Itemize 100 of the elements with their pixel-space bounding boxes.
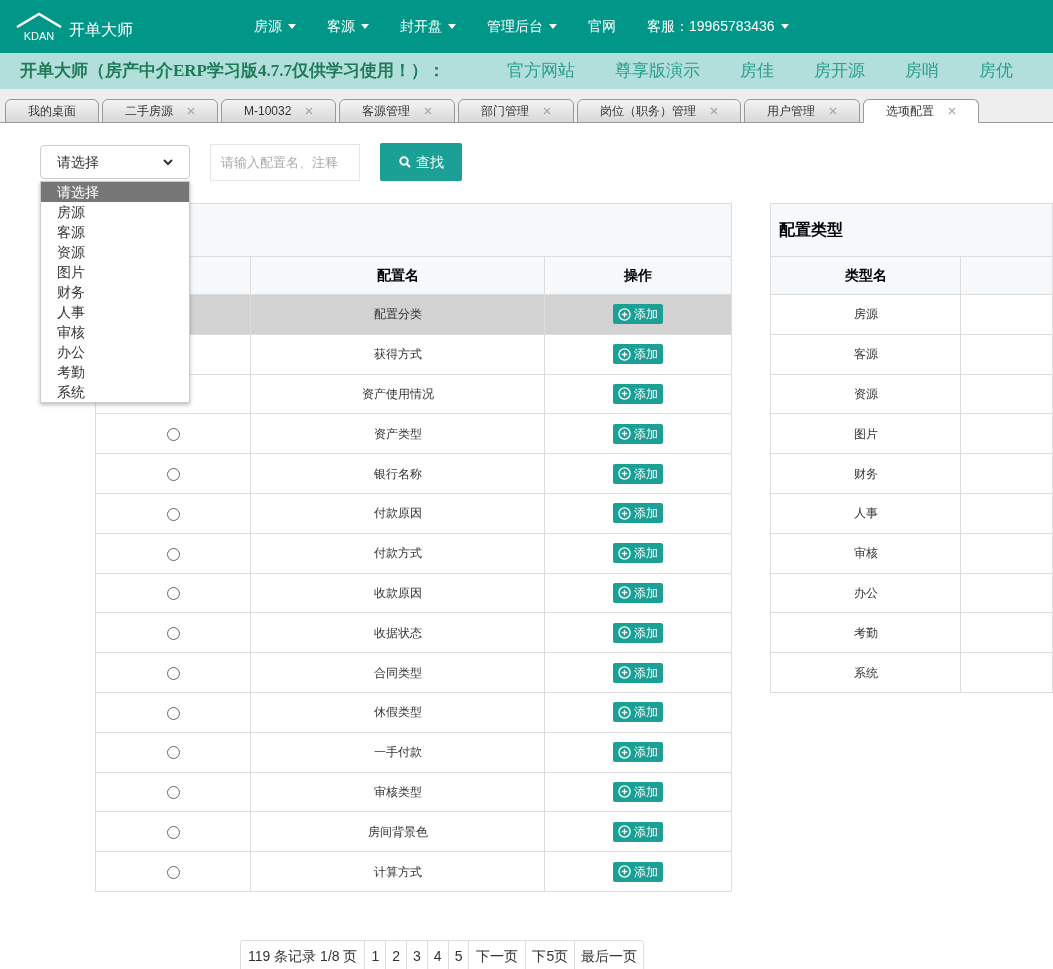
tab[interactable]: 用户管理 bbox=[744, 99, 861, 123]
table-cell: 收据状态 bbox=[250, 612, 545, 653]
nav-menu-item[interactable]: 房源 bbox=[240, 16, 310, 37]
table-cell: 资产使用情况 bbox=[250, 374, 545, 414]
table-row[interactable]: 资产类型 添加 bbox=[95, 413, 732, 454]
tab[interactable]: 客源管理 bbox=[339, 99, 456, 123]
table-row[interactable]: 收款原因 添加 bbox=[95, 573, 732, 613]
table-row[interactable]: 收据状态 添加 bbox=[95, 612, 732, 653]
page-link[interactable]: 1 bbox=[365, 940, 387, 969]
table-cell: 审核 bbox=[771, 533, 961, 574]
search-field[interactable]: 请输入配置名、注释 bbox=[210, 143, 360, 181]
nav-menu-item[interactable]: 客服：19965783436 bbox=[633, 16, 803, 37]
category-select[interactable]: 请选择 bbox=[40, 145, 190, 179]
next-five-pages-link[interactable]: 下5页 bbox=[526, 940, 576, 969]
tab-label: 我的桌面 bbox=[28, 103, 76, 120]
tab-label: 选项配置 bbox=[886, 103, 935, 120]
radio-button[interactable] bbox=[166, 587, 180, 601]
radio-button[interactable] bbox=[166, 865, 180, 879]
table-cell: 休假类型 bbox=[250, 692, 545, 733]
radio-button[interactable] bbox=[166, 428, 180, 442]
page-link[interactable]: 4 bbox=[427, 940, 449, 969]
plus-circle-icon bbox=[618, 666, 632, 680]
roof-icon bbox=[15, 11, 63, 28]
page-link[interactable]: 2 bbox=[386, 940, 408, 969]
table-cell: 财务 bbox=[771, 453, 961, 494]
table-cell: 审核类型 bbox=[250, 772, 545, 812]
plus-circle-icon bbox=[618, 347, 632, 361]
dropdown-option[interactable]: 房源 bbox=[41, 202, 189, 222]
radio-button[interactable] bbox=[166, 826, 180, 840]
plus-circle-icon bbox=[618, 427, 632, 441]
tab[interactable]: 我的桌面 bbox=[5, 99, 99, 123]
table-row[interactable]: 房间背景色 添加 bbox=[95, 811, 732, 852]
plus-circle-icon bbox=[618, 387, 632, 401]
table-caption-bar: 配置类型 bbox=[771, 203, 1053, 257]
table-cell: 图片 bbox=[771, 413, 961, 454]
column-header: 操作 bbox=[544, 256, 732, 295]
plus-circle-icon bbox=[618, 626, 632, 640]
plus-circle-icon bbox=[618, 745, 632, 759]
table-cell: 资产类型 bbox=[250, 413, 545, 454]
table-row[interactable]: 一手付款 添加 bbox=[95, 732, 732, 773]
column-header: 配置名 bbox=[250, 256, 545, 295]
nav-menu-item[interactable]: 封开盘 bbox=[386, 16, 470, 37]
dropdown-option[interactable]: 图片 bbox=[41, 262, 189, 282]
radio-button[interactable] bbox=[166, 786, 180, 800]
radio-button[interactable] bbox=[166, 547, 180, 561]
table-cell: 付款方式 bbox=[250, 533, 545, 574]
last-page-link[interactable]: 最后一页 bbox=[575, 940, 644, 969]
table-row[interactable]: 计算方式 添加 bbox=[95, 851, 732, 892]
page-link[interactable]: 5 bbox=[448, 940, 470, 969]
table-cell: 计算方式 bbox=[250, 851, 545, 892]
tab[interactable]: 部门管理 bbox=[458, 99, 575, 123]
chevron-down-icon bbox=[163, 158, 173, 166]
radio-button[interactable] bbox=[166, 666, 180, 680]
tab-label: 客源管理 bbox=[362, 103, 411, 120]
table-cell: 办公 bbox=[771, 573, 961, 613]
radio-button[interactable] bbox=[166, 507, 180, 521]
table-cell: 房源 bbox=[771, 294, 961, 335]
next-page-link[interactable]: 下一页 bbox=[469, 940, 527, 969]
tab[interactable]: M-10032 bbox=[221, 99, 337, 123]
table-cell: 房间背景色 bbox=[250, 811, 545, 852]
table-cell: 获得方式 bbox=[250, 334, 545, 375]
table-cell: 银行名称 bbox=[250, 453, 545, 494]
dropdown-option[interactable]: 客源 bbox=[41, 222, 189, 242]
table-row[interactable]: 合同类型 添加 bbox=[95, 652, 732, 693]
nav-menu-item[interactable]: 官网 bbox=[574, 16, 630, 37]
table-cell: 配置分类 bbox=[250, 294, 545, 335]
plus-circle-icon bbox=[618, 705, 632, 719]
page-link[interactable]: 3 bbox=[407, 940, 428, 969]
table-row[interactable]: 休假类型 添加 bbox=[95, 692, 732, 733]
dropdown-option[interactable]: 资源 bbox=[41, 242, 189, 262]
tab[interactable]: 选项配置 bbox=[863, 99, 980, 123]
plus-circle-icon bbox=[618, 467, 632, 481]
nav-menu-item[interactable]: 管理后台 bbox=[473, 16, 571, 37]
plus-circle-icon bbox=[618, 506, 632, 520]
table-cell: 一手付款 bbox=[250, 732, 545, 773]
tab-label: 岗位（职务）管理 bbox=[600, 103, 697, 120]
plus-circle-icon bbox=[618, 546, 632, 560]
plus-circle-icon bbox=[618, 825, 632, 839]
tab[interactable]: 二手房源 bbox=[102, 99, 218, 123]
table-cell: 人事 bbox=[771, 493, 961, 534]
banner-title: 开单大师（房产中介ERP学习版4.7.7仅供学习使用！）： bbox=[20, 60, 446, 83]
logo-text: KDAN bbox=[23, 29, 55, 42]
dropdown-option[interactable]: 请选择 bbox=[41, 182, 189, 202]
radio-button[interactable] bbox=[166, 467, 180, 481]
table-row[interactable]: 付款方式 添加 bbox=[95, 533, 732, 574]
radio-button[interactable] bbox=[166, 706, 180, 720]
plus-circle-icon bbox=[618, 865, 632, 879]
nav-menu-item[interactable]: 客源 bbox=[313, 16, 383, 37]
tab-label: 用户管理 bbox=[767, 103, 816, 120]
tab[interactable]: 岗位（职务）管理 bbox=[577, 99, 742, 123]
brand-name: 开单大师 bbox=[69, 19, 133, 40]
column-header: 类型名 bbox=[771, 256, 961, 295]
table-cell: 客源 bbox=[771, 334, 961, 375]
radio-button[interactable] bbox=[166, 627, 180, 641]
table-row[interactable]: 银行名称 添加 bbox=[95, 453, 732, 494]
table-row[interactable]: 审核类型 添加 bbox=[95, 772, 732, 812]
record-summary: 119 条记录 1/8 页 bbox=[241, 940, 366, 969]
radio-button[interactable] bbox=[166, 746, 180, 760]
table-row[interactable]: 付款原因 添加 bbox=[95, 493, 732, 534]
table-cell: 资源 bbox=[771, 374, 961, 414]
